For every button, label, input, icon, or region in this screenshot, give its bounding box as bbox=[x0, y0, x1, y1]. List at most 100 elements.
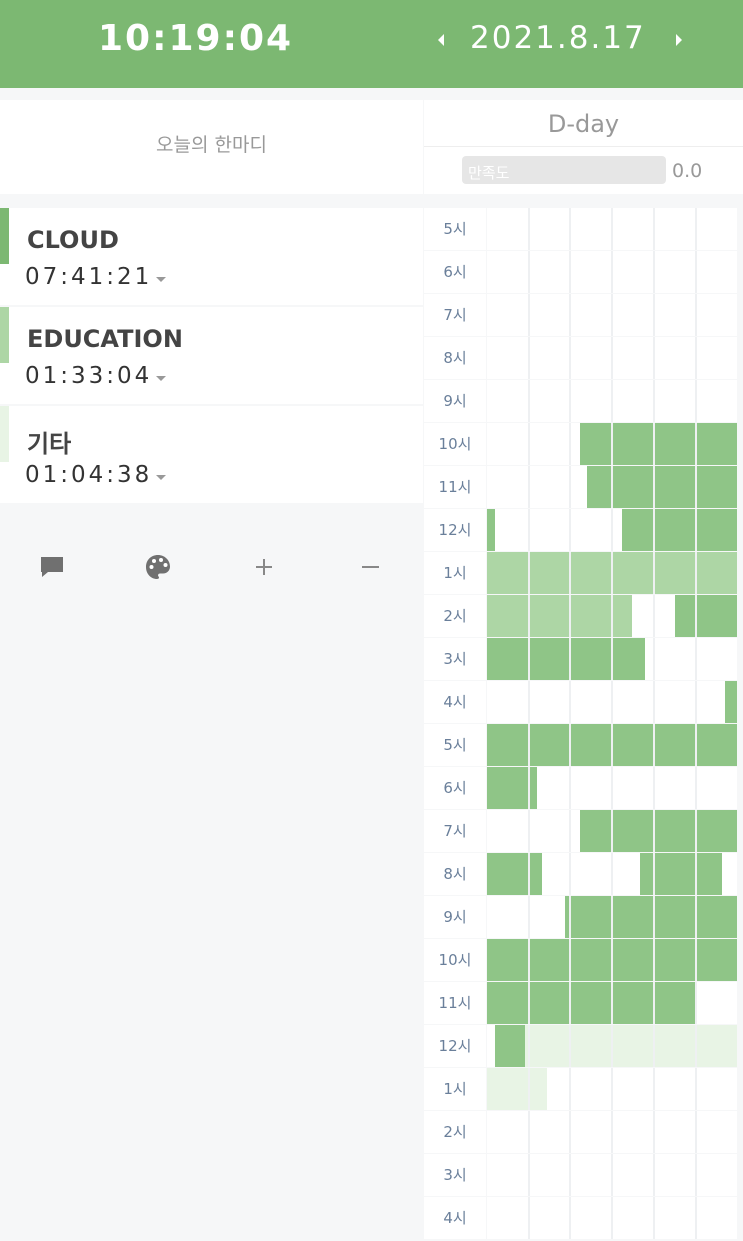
grid-line bbox=[611, 1068, 614, 1110]
study-block bbox=[579, 810, 737, 852]
grid-line bbox=[652, 982, 655, 1024]
hour-cells[interactable] bbox=[487, 1068, 737, 1110]
grid-line bbox=[694, 509, 697, 551]
hour-label: 1시 bbox=[424, 552, 486, 594]
subject-item[interactable]: 기타 01:04:38 bbox=[0, 406, 423, 503]
grid-line bbox=[527, 638, 530, 680]
hour-cells[interactable] bbox=[487, 724, 737, 766]
dday-box[interactable]: D-day 만족도 0.0 bbox=[424, 100, 743, 194]
chevron-down-icon[interactable] bbox=[156, 475, 166, 480]
grid-line bbox=[694, 1111, 697, 1153]
hour-cells[interactable] bbox=[487, 982, 737, 1024]
hour-cells[interactable] bbox=[487, 896, 737, 938]
grid-line bbox=[652, 1154, 655, 1196]
grid-line bbox=[694, 466, 697, 508]
hour-label: 12시 bbox=[424, 1025, 486, 1067]
grid-line bbox=[527, 1154, 530, 1196]
hour-cells[interactable] bbox=[487, 509, 737, 551]
timetable-row: 12시 bbox=[424, 1025, 743, 1068]
plus-icon[interactable] bbox=[249, 552, 279, 582]
grid-line bbox=[527, 251, 530, 293]
caret-left-icon[interactable] bbox=[430, 28, 454, 52]
grid-line bbox=[694, 552, 697, 594]
hour-cells[interactable] bbox=[487, 466, 737, 508]
grid-line bbox=[652, 466, 655, 508]
grid-line bbox=[569, 1025, 572, 1067]
grid-line bbox=[569, 466, 572, 508]
hour-cells[interactable] bbox=[487, 294, 737, 336]
grid-line bbox=[694, 1154, 697, 1196]
minus-icon[interactable] bbox=[355, 552, 385, 582]
grid-line bbox=[652, 810, 655, 852]
study-block bbox=[487, 638, 645, 680]
hour-cells[interactable] bbox=[487, 552, 737, 594]
hour-cells[interactable] bbox=[487, 1197, 737, 1239]
grid-line bbox=[527, 1068, 530, 1110]
grid-line bbox=[652, 1068, 655, 1110]
hour-cells[interactable] bbox=[487, 638, 737, 680]
timetable-grid: 5시 6시 7시 8시 9시 10시 11시 12시 1시 2시 3시 4시 5시 6시 7시 8시 9시 10시… bbox=[424, 208, 743, 1240]
timetable-row: 9시 bbox=[424, 380, 743, 423]
study-block bbox=[622, 509, 737, 551]
grid-line bbox=[652, 380, 655, 422]
timetable-row: 3시 bbox=[424, 638, 743, 681]
hour-cells[interactable] bbox=[487, 423, 737, 465]
hour-cells[interactable] bbox=[487, 1111, 737, 1153]
hour-label: 12시 bbox=[424, 509, 486, 551]
hour-cells[interactable] bbox=[487, 337, 737, 379]
grid-line bbox=[652, 509, 655, 551]
subject-item[interactable]: CLOUD 07:41:21 bbox=[0, 208, 423, 305]
grid-line bbox=[569, 1197, 572, 1239]
timetable-row: 11시 bbox=[424, 982, 743, 1025]
subject-name: EDUCATION bbox=[27, 325, 183, 353]
comment-icon[interactable] bbox=[37, 552, 67, 582]
study-block bbox=[494, 1025, 525, 1067]
daily-motto-box[interactable]: 오늘의 한마디 bbox=[0, 100, 423, 194]
hour-label: 9시 bbox=[424, 896, 486, 938]
grid-line bbox=[611, 724, 614, 766]
grid-line bbox=[569, 982, 572, 1024]
grid-line bbox=[569, 509, 572, 551]
caret-right-icon[interactable] bbox=[666, 28, 690, 52]
hour-cells[interactable] bbox=[487, 251, 737, 293]
hour-cells[interactable] bbox=[487, 939, 737, 981]
study-block bbox=[487, 509, 495, 551]
hour-cells[interactable] bbox=[487, 681, 737, 723]
grid-line bbox=[611, 939, 614, 981]
satisfaction-label: 만족도 bbox=[468, 164, 510, 182]
grid-line bbox=[611, 595, 614, 637]
timetable-row: 3시 bbox=[424, 1154, 743, 1197]
hour-label: 5시 bbox=[424, 724, 486, 766]
subject-item[interactable]: EDUCATION 01:33:04 bbox=[0, 307, 423, 404]
hour-cells[interactable] bbox=[487, 767, 737, 809]
grid-line bbox=[694, 423, 697, 465]
grid-line bbox=[569, 810, 572, 852]
grid-line bbox=[611, 251, 614, 293]
grid-line bbox=[694, 681, 697, 723]
hour-label: 3시 bbox=[424, 1154, 486, 1196]
subject-time: 07:41:21 bbox=[25, 264, 153, 290]
grid-line bbox=[694, 638, 697, 680]
hour-cells[interactable] bbox=[487, 208, 737, 250]
hour-label: 5시 bbox=[424, 208, 486, 250]
hour-label: 2시 bbox=[424, 595, 486, 637]
grid-line bbox=[694, 595, 697, 637]
chevron-down-icon[interactable] bbox=[156, 376, 166, 381]
grid-line bbox=[527, 208, 530, 250]
grid-line bbox=[527, 767, 530, 809]
hour-cells[interactable] bbox=[487, 595, 737, 637]
hour-cells[interactable] bbox=[487, 1025, 737, 1067]
hour-cells[interactable] bbox=[487, 380, 737, 422]
study-block bbox=[487, 1068, 547, 1110]
hour-cells[interactable] bbox=[487, 810, 737, 852]
grid-line bbox=[527, 853, 530, 895]
hour-cells[interactable] bbox=[487, 853, 737, 895]
hour-cells[interactable] bbox=[487, 1154, 737, 1196]
palette-icon[interactable] bbox=[143, 552, 173, 582]
grid-line bbox=[652, 724, 655, 766]
grid-line bbox=[569, 423, 572, 465]
grid-line bbox=[611, 1197, 614, 1239]
grid-line bbox=[569, 380, 572, 422]
chevron-down-icon[interactable] bbox=[156, 277, 166, 282]
grid-line bbox=[652, 681, 655, 723]
